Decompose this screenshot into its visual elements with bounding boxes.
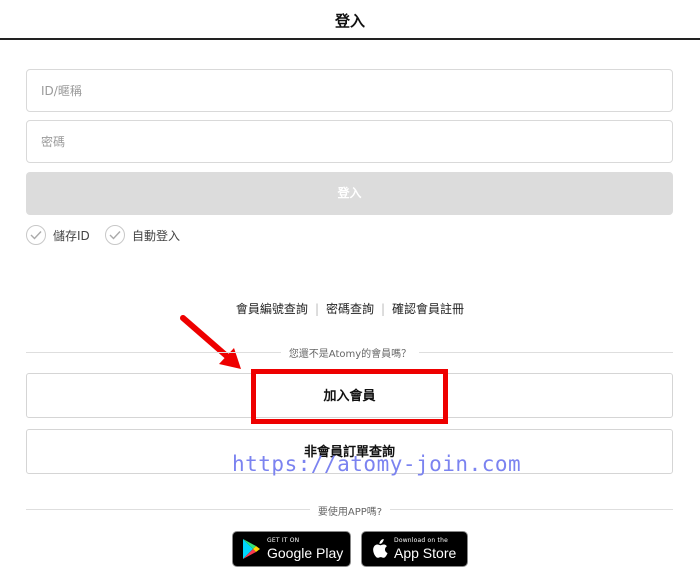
- signup-prompt: 您還不是Atomy的會員嗎？: [0, 345, 700, 360]
- auto-login-label: 自動登入: [132, 228, 181, 243]
- red-arrow-icon: [180, 315, 241, 369]
- google-play-small-text: GET IT ON: [267, 537, 300, 544]
- link-separator: |: [381, 302, 386, 316]
- id-input[interactable]: [27, 70, 672, 111]
- google-play-badge[interactable]: GET IT ON Google Play: [232, 531, 351, 567]
- app-store-small-text: Download on the: [394, 537, 448, 544]
- app-store-badge[interactable]: Download on the App Store: [361, 531, 468, 567]
- save-id-checkbox[interactable]: 儲存ID: [26, 225, 90, 245]
- auto-login-checkbox[interactable]: 自動登入: [105, 225, 180, 245]
- watermark-text: https://atomy-join.com: [232, 452, 522, 476]
- app-store-big-text: App Store: [394, 545, 457, 561]
- save-id-label: 儲存ID: [53, 228, 90, 243]
- login-button[interactable]: 登入: [26, 172, 673, 215]
- password-input[interactable]: [27, 121, 672, 162]
- password-field[interactable]: [26, 120, 673, 163]
- check-icon: [26, 225, 46, 245]
- id-field[interactable]: [26, 69, 673, 112]
- apple-icon: [373, 539, 388, 558]
- confirm-registration-link[interactable]: 確認會員註冊: [392, 302, 464, 316]
- password-lookup-link[interactable]: 密碼查詢: [326, 302, 374, 316]
- check-icon: [105, 225, 125, 245]
- google-play-big-text: Google Play: [267, 545, 344, 561]
- link-separator: |: [314, 302, 319, 316]
- page-header: 登入: [0, 0, 700, 40]
- app-prompt: 要使用APP嗎?: [0, 503, 700, 518]
- account-links: 會員編號查詢 | 密碼查詢 | 確認會員註冊: [0, 300, 700, 317]
- google-play-icon: [243, 539, 260, 559]
- highlight-box: [251, 369, 448, 424]
- page-title: 登入: [334, 12, 365, 30]
